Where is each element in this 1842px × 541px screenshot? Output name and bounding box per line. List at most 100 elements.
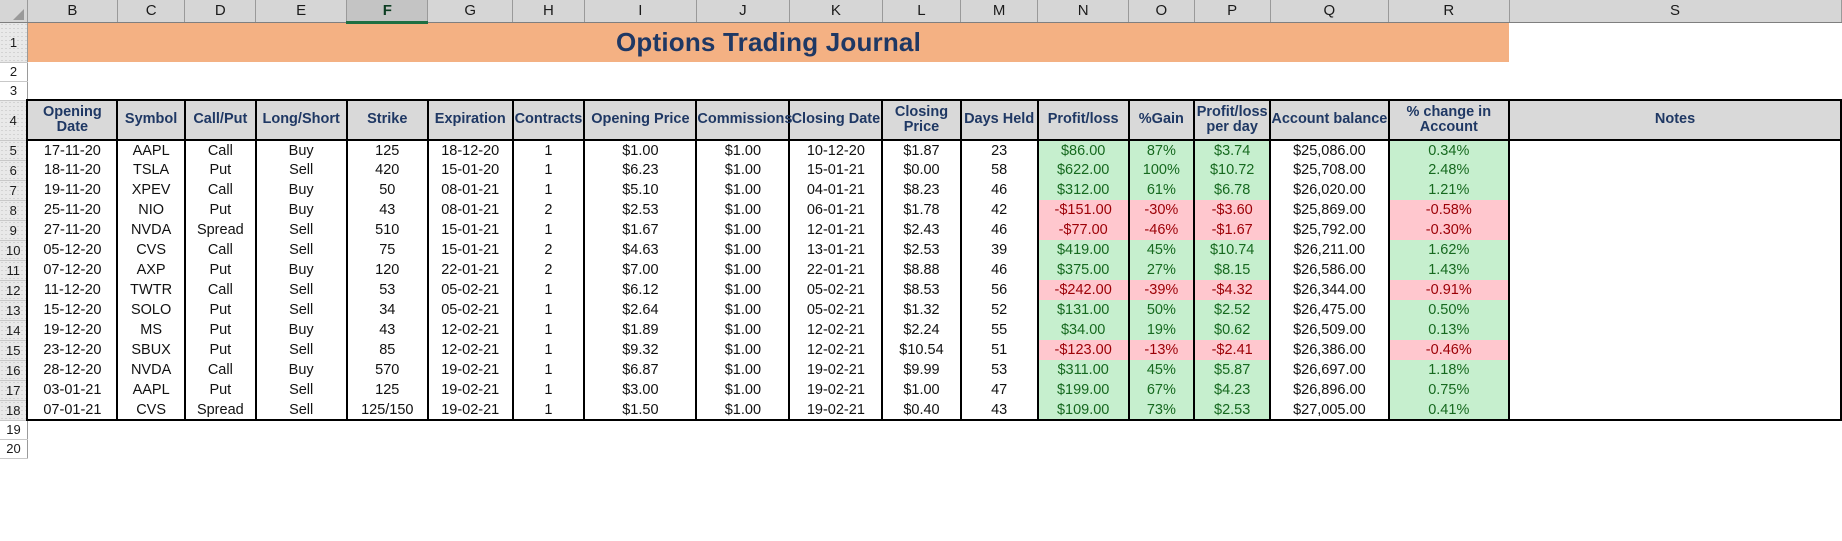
cell-pct-gain[interactable]: 61% [1127, 180, 1195, 200]
cell-long-short[interactable]: Sell [254, 300, 347, 320]
cell-profit-loss-per-day[interactable]: $10.72 [1193, 160, 1271, 180]
cell-symbol[interactable]: NVDA [116, 360, 185, 380]
col-head-long-short[interactable]: Long/Short [254, 99, 347, 141]
cell-strike[interactable]: 43 [345, 320, 428, 340]
cell-expiration[interactable]: 19-02-21 [426, 400, 513, 421]
cell-strike[interactable]: 570 [345, 360, 428, 380]
cell-profit-loss[interactable]: -$242.00 [1036, 280, 1129, 300]
cell-strike[interactable]: 510 [345, 220, 428, 240]
cell-account-balance[interactable]: $26,509.00 [1269, 320, 1389, 340]
column-header-M[interactable]: M [960, 0, 1039, 23]
cell-call-put[interactable]: Put [183, 380, 256, 400]
cell-account-balance[interactable]: $26,386.00 [1269, 340, 1389, 360]
row-header-13[interactable]: 13 [0, 300, 28, 321]
cell-pct-gain[interactable]: -30% [1127, 200, 1195, 220]
blank-cells-row-19[interactable] [27, 420, 1841, 439]
cell-call-put[interactable]: Call [183, 180, 256, 200]
cell-contracts[interactable]: 2 [511, 200, 585, 220]
cell-profit-loss-per-day[interactable]: $2.52 [1193, 300, 1271, 320]
cell-closing-price[interactable]: $0.40 [881, 400, 961, 421]
column-header-C[interactable]: C [117, 0, 186, 23]
cell-pct-gain[interactable]: -13% [1127, 340, 1195, 360]
cell-contracts[interactable]: 1 [511, 400, 585, 421]
cell-notes[interactable] [1508, 200, 1842, 220]
cell-strike[interactable]: 50 [345, 180, 428, 200]
cell-symbol[interactable]: CVS [116, 400, 185, 421]
cell-opening-price[interactable]: $6.23 [583, 160, 697, 180]
cell-strike[interactable]: 34 [345, 300, 428, 320]
col-head-call-put[interactable]: Call/Put [183, 99, 256, 141]
cell-closing-date[interactable]: 06-01-21 [788, 200, 883, 220]
cell-profit-loss-per-day[interactable]: $4.23 [1193, 380, 1271, 400]
cell-expiration[interactable]: 22-01-21 [426, 260, 513, 280]
cell-symbol[interactable]: CVS [116, 240, 185, 260]
cell-opening-price[interactable]: $2.64 [583, 300, 697, 320]
cell-pct-gain[interactable]: 100% [1127, 160, 1195, 180]
cell-commissions[interactable]: $1.00 [695, 220, 790, 240]
cell-opening-price[interactable]: $1.50 [583, 400, 697, 421]
cell-account-balance[interactable]: $25,708.00 [1269, 160, 1389, 180]
cell-profit-loss[interactable]: -$123.00 [1036, 340, 1129, 360]
cell-days-held[interactable]: 56 [959, 280, 1038, 300]
cell-commissions[interactable]: $1.00 [695, 360, 790, 380]
cell-opening-date[interactable]: 25-11-20 [26, 200, 118, 220]
cell-account-balance[interactable]: $25,869.00 [1269, 200, 1389, 220]
cell-expiration[interactable]: 15-01-21 [426, 240, 513, 260]
cell-notes[interactable] [1508, 280, 1842, 300]
col-head-commissions[interactable]: Commissions [695, 99, 792, 141]
cell-notes[interactable] [1508, 260, 1842, 280]
cell-long-short[interactable]: Sell [254, 220, 347, 240]
col-head-profit-loss-per-day[interactable]: Profit/loss per day [1193, 99, 1271, 141]
cell-expiration[interactable]: 12-02-21 [426, 340, 513, 360]
row-header-4[interactable]: 4 [0, 100, 28, 141]
cell-call-put[interactable]: Call [183, 280, 256, 300]
cell-profit-loss[interactable]: -$77.00 [1036, 220, 1129, 240]
cell-expiration[interactable]: 19-02-21 [426, 380, 513, 400]
cell-long-short[interactable]: Sell [254, 400, 347, 421]
cell-call-put[interactable]: Call [183, 360, 256, 380]
col-head-strike[interactable]: Strike [345, 99, 428, 141]
cell-expiration[interactable]: 15-01-20 [426, 160, 513, 180]
cell-pct-change-account[interactable]: -0.46% [1387, 340, 1510, 360]
cell-profit-loss-per-day[interactable]: $6.78 [1193, 180, 1271, 200]
cell-days-held[interactable]: 52 [959, 300, 1038, 320]
cell-closing-price[interactable]: $1.87 [881, 140, 961, 160]
column-header-R[interactable]: R [1388, 0, 1510, 23]
cell-strike[interactable]: 85 [345, 340, 428, 360]
blank-cells-row-2[interactable] [27, 62, 1841, 81]
col-head-opening-date[interactable]: Opening Date [26, 99, 118, 141]
cell-profit-loss-per-day[interactable]: $5.87 [1193, 360, 1271, 380]
cell-commissions[interactable]: $1.00 [695, 180, 790, 200]
cell-symbol[interactable]: TWTR [116, 280, 185, 300]
cell-profit-loss[interactable]: $622.00 [1036, 160, 1129, 180]
cell-pct-gain[interactable]: 45% [1127, 240, 1195, 260]
cell-opening-date[interactable]: 23-12-20 [26, 340, 118, 360]
row-header-8[interactable]: 8 [0, 200, 28, 221]
cell-expiration[interactable]: 12-02-21 [426, 320, 513, 340]
row-header-14[interactable]: 14 [0, 320, 28, 341]
cell-symbol[interactable]: NIO [116, 200, 185, 220]
cell-days-held[interactable]: 43 [959, 400, 1038, 421]
row-header-16[interactable]: 16 [0, 360, 28, 381]
cell-symbol[interactable]: AAPL [116, 380, 185, 400]
cell-closing-date[interactable]: 12-01-21 [788, 220, 883, 240]
cell-opening-price[interactable]: $9.32 [583, 340, 697, 360]
cell-notes[interactable] [1508, 340, 1842, 360]
cell-strike[interactable]: 125 [345, 380, 428, 400]
cell-pct-change-account[interactable]: 1.43% [1387, 260, 1510, 280]
cell-long-short[interactable]: Buy [254, 260, 347, 280]
cell-account-balance[interactable]: $25,792.00 [1269, 220, 1389, 240]
cell-pct-gain[interactable]: 67% [1127, 380, 1195, 400]
cell-account-balance[interactable]: $27,005.00 [1269, 400, 1389, 421]
cell-account-balance[interactable]: $26,697.00 [1269, 360, 1389, 380]
blank-cells-row-3[interactable] [27, 81, 1841, 100]
cell-opening-date[interactable]: 03-01-21 [26, 380, 118, 400]
cell-notes[interactable] [1508, 140, 1842, 160]
cell-opening-price[interactable]: $5.10 [583, 180, 697, 200]
cell-pct-change-account[interactable]: 0.50% [1387, 300, 1510, 320]
row-header-3[interactable]: 3 [0, 81, 28, 101]
cell-commissions[interactable]: $1.00 [695, 300, 790, 320]
cell-days-held[interactable]: 51 [959, 340, 1038, 360]
cell-expiration[interactable]: 08-01-21 [426, 180, 513, 200]
cell-profit-loss-per-day[interactable]: -$1.67 [1193, 220, 1271, 240]
